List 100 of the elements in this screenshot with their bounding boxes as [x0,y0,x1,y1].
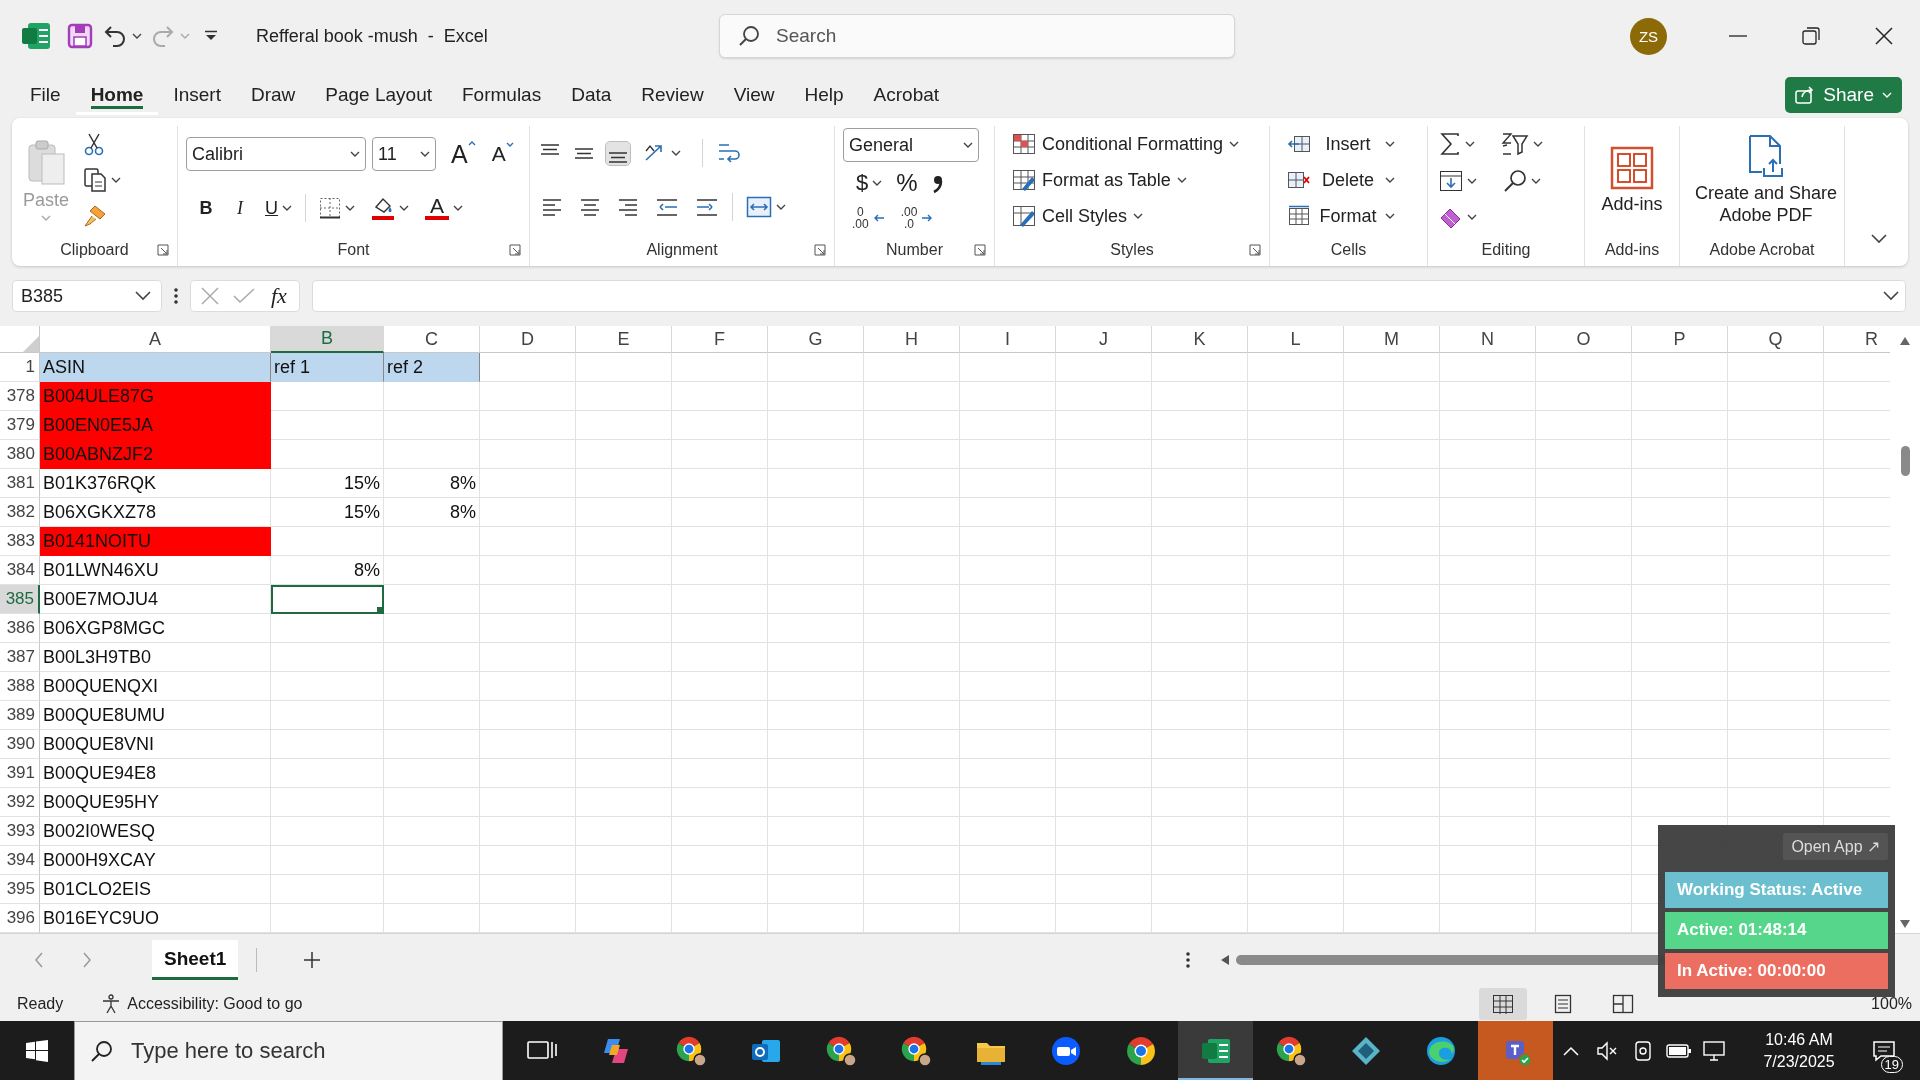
close-icon [201,287,219,305]
column-header[interactable]: J [1056,326,1152,353]
arrow-icon [921,212,934,223]
underline-button[interactable]: U [262,195,295,221]
undo-button[interactable] [102,23,142,49]
italic-button[interactable]: I [228,195,252,221]
dialog-launcher-icon[interactable] [157,244,169,256]
cells-menu-button[interactable]: Insert [1284,131,1398,157]
style-menu-button[interactable]: Conditional Formatting [1009,131,1243,157]
save-button[interactable] [66,22,94,50]
column-header[interactable]: Q [1728,326,1824,353]
insert-function-button[interactable]: fx [269,283,289,309]
chevron-left-icon [34,952,44,968]
shrink-font-button[interactable]: A [488,140,517,168]
zoom-level[interactable]: 100% [1871,994,1912,1013]
collapse-ribbon-button[interactable] [1868,232,1890,246]
column-header[interactable]: F [672,326,768,353]
normal-view-button[interactable] [1479,987,1528,1020]
menu-tab[interactable]: File [15,75,76,115]
menu-tab[interactable]: Review [626,75,719,115]
table-cell-text: 8% [449,471,477,495]
dialog-launcher-icon[interactable] [814,244,826,256]
more-options-button[interactable] [174,287,178,305]
accessibility-button[interactable]: Accessibility: Good to go [101,993,303,1014]
table-cell: B004ULE87G [40,382,271,411]
create-pdf-button[interactable]: Create and Share Adobe PDF [1688,132,1844,228]
add-ins-button[interactable]: Add-ins [1598,143,1666,217]
column-header[interactable]: N [1440,326,1536,353]
menu-tab[interactable]: Home [75,75,159,115]
dialog-launcher-icon[interactable] [1249,244,1261,256]
dialog-launcher-icon[interactable] [509,244,521,256]
font-size-field[interactable]: 11 [372,137,436,171]
menu-tab[interactable]: Insert [158,75,236,115]
number-format-field[interactable]: General [843,128,979,163]
column-header[interactable]: I [960,326,1056,353]
avatar[interactable]: ZS [1630,17,1667,55]
share-button[interactable]: Share [1785,77,1902,113]
column-header[interactable]: P [1632,326,1728,353]
formula-input[interactable] [311,280,1906,312]
scroll-down-icon[interactable] [1899,919,1911,929]
column-header[interactable]: L [1248,326,1344,353]
align-bottom-icon [609,151,627,163]
scroll-up-icon[interactable] [1899,336,1911,346]
status-bar-label: Active: 01:48:14 [1665,912,1888,949]
scroll-left-button[interactable] [1220,954,1230,966]
style-menu-button[interactable]: Cell Styles [1009,203,1243,229]
align-bottom-button[interactable] [606,141,630,165]
decrease-decimal-button[interactable]: .00 .0 [897,203,937,232]
name-box[interactable]: B385 [12,280,162,312]
table-cell: ASIN [40,353,271,382]
menu-tab[interactable]: Draw [235,75,311,115]
currency-button[interactable]: $ [853,168,886,198]
fill-handle[interactable] [377,607,383,613]
row-header[interactable]: 385 [0,585,40,614]
column-header[interactable]: K [1152,326,1248,353]
sheet-tab[interactable]: Sheet1 [152,940,239,980]
customize-toolbar-button[interactable] [204,30,218,42]
menu-tab[interactable]: Formulas [447,75,557,115]
column-header[interactable]: B [271,326,384,353]
active-cell[interactable] [271,585,384,614]
open-app-button[interactable]: Open App ↗ [1783,833,1888,860]
dialog-launcher-icon[interactable] [974,244,986,256]
column-header[interactable]: G [768,326,864,353]
group-label: Adobe Acrobat [1709,241,1815,259]
column-header[interactable]: D [480,326,576,353]
increase-decimal-button[interactable]: 0 .00 [849,203,888,232]
column-header[interactable]: A [40,326,271,353]
cells-menu-button[interactable]: Delete [1284,167,1398,193]
caret-down-icon [505,142,514,148]
group-label: Font [337,241,370,259]
group-label: Number [886,241,943,259]
column-header[interactable]: E [576,326,672,353]
percent-button[interactable]: % [893,167,921,199]
search-field[interactable]: Search [719,14,1235,58]
menu-tab[interactable]: Page Layout [310,75,447,115]
add-sheet-button[interactable] [303,951,322,969]
menu-tab[interactable]: Acrobat [858,75,955,115]
font-name-field[interactable]: Calibri [186,137,366,171]
column-header[interactable]: M [1344,326,1440,353]
more-options-button[interactable] [1186,952,1190,968]
grow-font-button[interactable]: A [448,137,479,171]
scrollbar-thumb[interactable] [1900,446,1910,476]
group-label: Editing [1481,241,1531,259]
search-field[interactable]: Type here to search [74,1021,503,1080]
column-header[interactable]: C [384,326,480,353]
share-icon [1795,86,1816,104]
menu-tab[interactable]: View [718,75,790,115]
status-bar-label: In Active: 00:00:00 [1665,952,1888,989]
increase-indent-icon [695,197,719,217]
style-menu-button[interactable]: Format as Table [1009,167,1243,193]
column-header[interactable]: H [864,326,960,353]
clock[interactable]: 10:46 AM 7/23/2025 [1739,1029,1859,1073]
menu-tab[interactable]: Data [556,75,627,115]
menu-tab[interactable]: Help [789,75,859,115]
cells-menu-button[interactable]: Format [1284,203,1398,229]
notifications-button[interactable]: 19 [1859,1021,1909,1080]
bold-button[interactable]: B [194,195,218,221]
font-color-button[interactable]: A [422,194,466,222]
column-header[interactable]: O [1536,326,1632,353]
table-cell: B00ABNZJF2 [40,440,271,469]
